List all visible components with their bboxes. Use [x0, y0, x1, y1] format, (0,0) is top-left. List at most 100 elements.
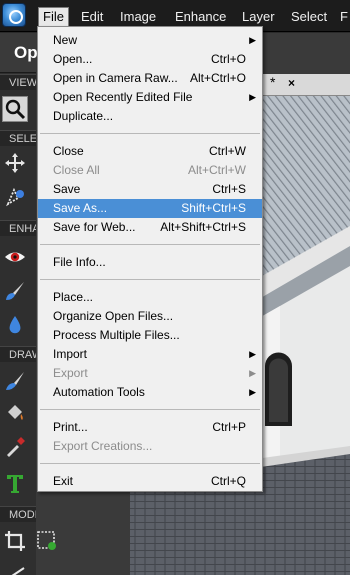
menu-item-shortcut: Ctrl+O [210, 52, 246, 66]
menu-item-label: Close All [53, 163, 100, 177]
section-enhance-label: ENHANCE [0, 220, 36, 236]
menu-item-label: Open in Camera Raw... [53, 71, 178, 85]
crop-icon [5, 531, 25, 551]
menu-item-shortcut: Ctrl+W [209, 144, 246, 158]
menu-item-save-for-web[interactable]: Save for Web... Alt+Shift+Ctrl+S [38, 218, 262, 237]
menu-item-label: Import [53, 347, 88, 361]
menu-item-label: New [53, 33, 78, 47]
recompose-icon [37, 531, 56, 550]
menu-item-close[interactable]: Close Ctrl+W [38, 142, 262, 161]
menu-item-open-recently-edited-file[interactable]: Open Recently Edited File ▶ [38, 88, 262, 107]
straighten-icon [11, 567, 25, 575]
menu-item-import[interactable]: Import ▶ [38, 345, 262, 364]
quick-selection-tool[interactable] [2, 184, 28, 210]
menu-separator [40, 409, 260, 410]
paint-bucket-tool[interactable] [2, 400, 28, 426]
menu-item-exit[interactable]: Exit Ctrl+Q [38, 472, 262, 491]
menu-image[interactable]: Image [116, 8, 160, 26]
menu-separator [40, 463, 260, 464]
menu-item-shortcut: Ctrl+P [212, 420, 246, 434]
menu-item-shortcut: Shift+Ctrl+S [181, 201, 246, 215]
menu-item-shortcut: Alt+Shift+Ctrl+S [160, 220, 246, 234]
chevron-right-icon: ▶ [249, 387, 256, 397]
menu-item-save-as[interactable]: Save As... Shift+Ctrl+S [38, 199, 262, 218]
spot-healing-tool[interactable] [2, 278, 28, 304]
red-eye-icon [5, 252, 25, 262]
menu-item-label: Duplicate... [53, 109, 114, 123]
menu-item-label: Place... [53, 290, 94, 304]
menu-enhance[interactable]: Enhance [171, 8, 230, 26]
eyedropper-icon [7, 437, 25, 457]
menu-item-shortcut: Ctrl+S [212, 182, 246, 196]
chevron-right-icon: ▶ [249, 92, 256, 102]
section-select-label: SELECT [0, 130, 36, 146]
menu-item-label: Export Creations... [53, 439, 153, 453]
menu-item-open-in-camera-raw[interactable]: Open in Camera Raw... Alt+Ctrl+O [38, 69, 262, 88]
menu-item-save[interactable]: Save Ctrl+S [38, 180, 262, 199]
menu-item-export-creations[interactable]: Export Creations... [38, 437, 262, 456]
straighten-tool[interactable] [2, 560, 28, 575]
menu-item-label: Export [53, 366, 88, 380]
blur-drop-icon [9, 316, 21, 334]
menu-item-label: Save [53, 182, 81, 196]
menu-item-close-all[interactable]: Close All Alt+Ctrl+W [38, 161, 262, 180]
menu-item-file-info[interactable]: File Info... [38, 253, 262, 272]
type-icon [7, 475, 23, 493]
move-icon [5, 153, 25, 173]
menu-filter[interactable]: F [336, 8, 350, 26]
menu-separator [40, 244, 260, 245]
section-modify-label: MODIFY [0, 506, 36, 522]
menu-item-shortcut: Alt+Ctrl+W [187, 163, 246, 177]
type-tool[interactable] [2, 470, 28, 496]
paint-bucket-icon [8, 405, 23, 420]
menu-item-label: File Info... [53, 255, 106, 269]
menu-item-print[interactable]: Print... Ctrl+P [38, 418, 262, 437]
menu-item-export[interactable]: Export ▶ [38, 364, 262, 383]
menu-item-label: Close [53, 144, 84, 158]
menu-file[interactable]: File [38, 7, 69, 27]
section-draw-label: DRAW [0, 346, 36, 362]
recompose-tool[interactable] [34, 528, 60, 554]
crop-tool[interactable] [2, 528, 28, 554]
menu-item-open[interactable]: Open... Ctrl+O [38, 50, 262, 69]
menu-item-label: Open... [53, 52, 93, 66]
menu-item-label: Print... [53, 420, 88, 434]
menu-layer[interactable]: Layer [238, 8, 279, 26]
menu-item-shortcut: Ctrl+Q [210, 474, 246, 488]
menu-item-label: Automation Tools [53, 385, 145, 399]
menu-item-shortcut: Alt+Ctrl+O [189, 71, 246, 85]
menu-item-label: Save As... [53, 201, 108, 215]
file-menu-dropdown: New ▶ Open... Ctrl+O Open in Camera Raw... Al… [37, 26, 263, 492]
menu-separator [40, 279, 260, 280]
brush-tool[interactable] [2, 368, 28, 394]
menu-item-process-multiple-files[interactable]: Process Multiple Files... [38, 326, 262, 345]
zoom-tool[interactable] [2, 96, 28, 122]
chevron-right-icon: ▶ [249, 349, 256, 359]
menu-item-label: Process Multiple Files... [53, 328, 180, 342]
menu-item-label: Save for Web... [53, 220, 136, 234]
brush-icon [6, 282, 24, 300]
zoom-icon [5, 99, 26, 120]
menu-item-label: Open Recently Edited File [53, 90, 193, 104]
move-tool[interactable] [2, 150, 28, 176]
quick-selection-icon [6, 187, 24, 207]
blur-tool[interactable] [2, 312, 28, 338]
menu-item-duplicate[interactable]: Duplicate... [38, 107, 262, 126]
tab-close-icon[interactable]: × [288, 76, 295, 90]
document-modified-indicator: * [270, 74, 276, 90]
menu-select[interactable]: Select [287, 8, 331, 26]
eyedropper-tool[interactable] [2, 434, 28, 460]
red-eye-tool[interactable] [2, 244, 28, 270]
menu-item-automation-tools[interactable]: Automation Tools ▶ [38, 383, 262, 402]
menu-item-place[interactable]: Place... [38, 288, 262, 307]
menu-item-new[interactable]: New ▶ [38, 31, 262, 50]
app-logo-icon[interactable] [2, 3, 26, 27]
paintbrush-icon [6, 372, 24, 390]
menu-item-organize-open-files[interactable]: Organize Open Files... [38, 307, 262, 326]
menu-separator [40, 133, 260, 134]
menu-item-label: Organize Open Files... [53, 309, 174, 323]
menu-edit[interactable]: Edit [77, 8, 107, 26]
menu-item-label: Exit [53, 474, 74, 488]
mode-title: Op [14, 43, 38, 62]
chevron-right-icon: ▶ [249, 35, 256, 45]
